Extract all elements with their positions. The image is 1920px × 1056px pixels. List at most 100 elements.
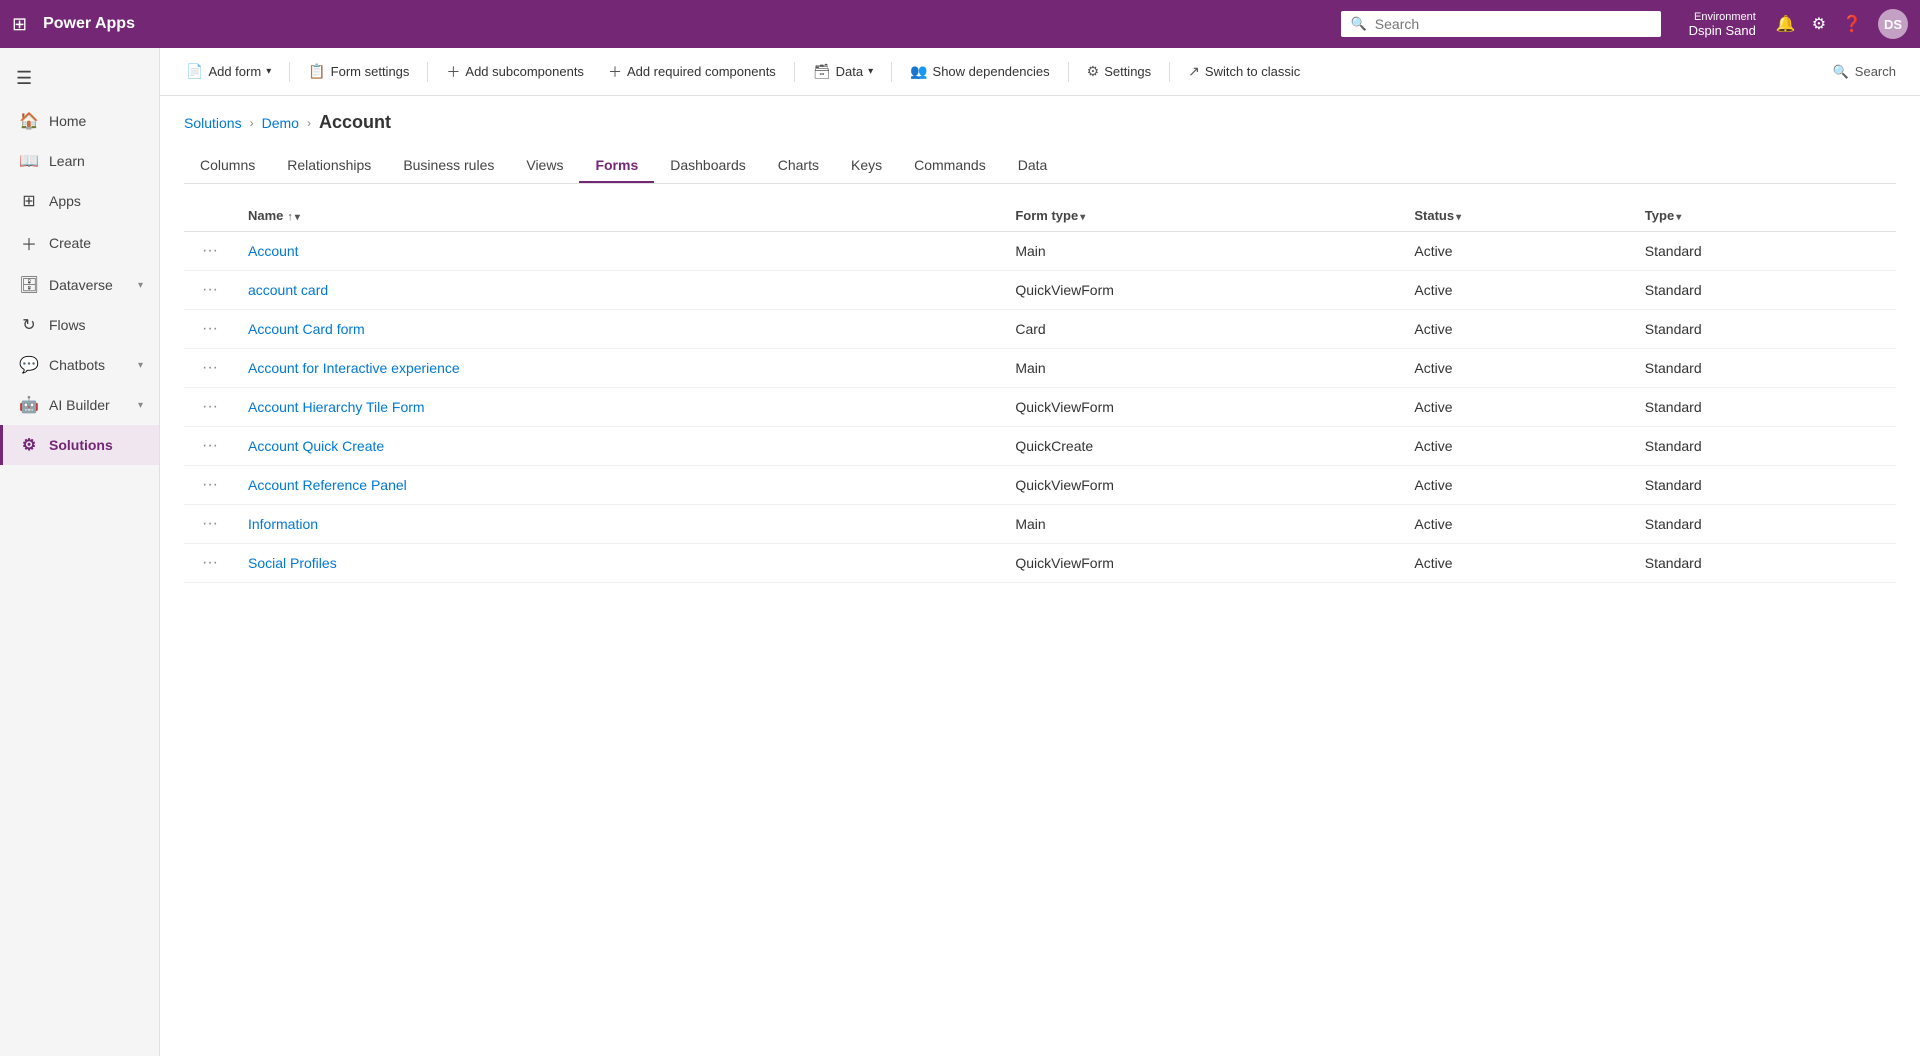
row-actions-cell: ··· <box>184 466 236 505</box>
sidebar-item-ai-builder[interactable]: 🤖 AI Builder ▾ <box>0 385 159 425</box>
row-actions-button[interactable]: ··· <box>196 435 224 457</box>
sidebar-item-home[interactable]: 🏠 Home <box>0 101 159 141</box>
dependencies-icon: 👥 <box>910 63 927 80</box>
add-subcomponents-icon: ＋ <box>446 62 460 82</box>
row-actions-button[interactable]: ··· <box>196 396 224 418</box>
tab-columns[interactable]: Columns <box>184 149 271 183</box>
environment-label: Environment <box>1694 11 1756 23</box>
row-name-cell: Account <box>236 232 1003 271</box>
form-settings-label: Form settings <box>331 64 410 79</box>
brand-label: Power Apps <box>43 15 135 33</box>
sidebar-item-apps[interactable]: ⊞ Apps <box>0 181 159 221</box>
avatar[interactable]: DS <box>1878 9 1908 39</box>
row-name-link[interactable]: Account <box>248 243 299 259</box>
row-name-cell: Account for Interactive experience <box>236 349 1003 388</box>
help-icon[interactable]: ❓ <box>1842 14 1862 34</box>
row-actions-button[interactable]: ··· <box>196 240 224 262</box>
settings-icon[interactable]: ⚙ <box>1812 14 1826 34</box>
switch-classic-button[interactable]: ↗ Switch to classic <box>1178 58 1310 85</box>
row-actions-cell: ··· <box>184 388 236 427</box>
row-name-link[interactable]: Account Reference Panel <box>248 477 407 493</box>
notifications-icon[interactable]: 🔔 <box>1776 14 1796 34</box>
home-icon: 🏠 <box>19 111 39 131</box>
data-button[interactable]: 🗃 Data ▾ <box>803 58 883 85</box>
settings-button[interactable]: ⚙ Settings <box>1077 58 1162 85</box>
table-row: ···account cardQuickViewFormActiveStanda… <box>184 271 1896 310</box>
breadcrumb-demo[interactable]: Demo <box>262 115 299 131</box>
toolbar: 📄 Add form ▾ 📋 Form settings ＋ Add subco… <box>160 48 1920 96</box>
global-search-input[interactable] <box>1375 16 1651 32</box>
row-status-cell: Active <box>1402 310 1632 349</box>
add-required-button[interactable]: ＋ Add required components <box>598 57 786 87</box>
add-form-button[interactable]: 📄 Add form ▾ <box>176 58 281 85</box>
row-actions-button[interactable]: ··· <box>196 474 224 496</box>
filter-icon: ▾ <box>1456 212 1461 223</box>
waffle-icon[interactable]: ⊞ <box>12 14 27 35</box>
add-subcomponents-button[interactable]: ＋ Add subcomponents <box>436 57 594 87</box>
row-formtype-cell: QuickCreate <box>1003 427 1402 466</box>
sidebar-item-dataverse[interactable]: 🗄 Dataverse ▾ <box>0 265 159 305</box>
breadcrumb-solutions[interactable]: Solutions <box>184 115 242 131</box>
col-type-header[interactable]: Type▾ <box>1633 200 1896 232</box>
add-required-label: Add required components <box>627 64 776 79</box>
tab-keys[interactable]: Keys <box>835 149 898 183</box>
filter-icon: ▾ <box>295 212 300 223</box>
toolbar-search-icon: 🔍 <box>1833 64 1849 80</box>
tab-relationships[interactable]: Relationships <box>271 149 387 183</box>
create-icon: ＋ <box>19 231 39 255</box>
tab-forms[interactable]: Forms <box>579 149 654 183</box>
row-type-cell: Standard <box>1633 388 1896 427</box>
table-row: ··· Account for Interactive experience Mai… <box>184 349 1896 388</box>
hamburger-icon[interactable]: ☰ <box>0 56 159 101</box>
row-actions-button[interactable]: ··· <box>196 279 224 301</box>
global-search-box[interactable]: 🔍 <box>1341 11 1661 37</box>
sidebar-item-solutions[interactable]: ⚙ Solutions <box>0 425 159 465</box>
sidebar-item-flows[interactable]: ↻ Flows <box>0 305 159 345</box>
row-name-link[interactable]: Account Quick Create <box>248 438 384 454</box>
search-icon: 🔍 <box>1351 16 1367 32</box>
row-formtype-cell: Main <box>1003 349 1402 388</box>
row-name-link[interactable]: Account Card form <box>248 321 365 337</box>
row-name-cell: Account Quick Create <box>236 427 1003 466</box>
tab-business-rules[interactable]: Business rules <box>387 149 510 183</box>
row-name-link[interactable]: Account for Interactive experience <box>248 360 460 376</box>
col-status-header[interactable]: Status▾ <box>1402 200 1632 232</box>
tabs: ColumnsRelationshipsBusiness rulesViewsF… <box>184 149 1896 184</box>
sidebar-item-learn[interactable]: 📖 Learn <box>0 141 159 181</box>
row-status-cell: Active <box>1402 349 1632 388</box>
row-actions-button[interactable]: ··· <box>196 552 224 574</box>
row-name-link[interactable]: Information <box>248 516 318 532</box>
separator-6 <box>1169 62 1170 82</box>
col-name-header[interactable]: Name↑▾ <box>236 200 1003 232</box>
row-type-cell: Standard <box>1633 466 1896 505</box>
form-settings-icon: 📋 <box>308 63 325 80</box>
row-formtype-cell: Main <box>1003 505 1402 544</box>
row-type-cell: Standard <box>1633 271 1896 310</box>
toolbar-search[interactable]: 🔍 Search <box>1825 59 1904 85</box>
col-formtype-header[interactable]: Form type▾ <box>1003 200 1402 232</box>
chevron-down-icon: ▾ <box>138 280 143 291</box>
tab-views[interactable]: Views <box>510 149 579 183</box>
row-name-link[interactable]: Social Profiles <box>248 555 337 571</box>
sidebar-item-create[interactable]: ＋ Create <box>0 221 159 265</box>
row-actions-cell: ··· <box>184 310 236 349</box>
row-actions-cell: ··· <box>184 427 236 466</box>
apps-icon: ⊞ <box>19 191 39 211</box>
row-actions-button[interactable]: ··· <box>196 318 224 340</box>
row-actions-button[interactable]: ··· <box>196 513 224 535</box>
separator-2 <box>427 62 428 82</box>
show-dependencies-button[interactable]: 👥 Show dependencies <box>900 58 1060 85</box>
col-actions-header <box>184 200 236 232</box>
form-settings-button[interactable]: 📋 Form settings <box>298 58 419 85</box>
row-name-link[interactable]: Account Hierarchy Tile Form <box>248 399 425 415</box>
row-actions-cell: ··· <box>184 349 236 388</box>
tab-dashboards[interactable]: Dashboards <box>654 149 762 183</box>
tab-data[interactable]: Data <box>1002 149 1064 183</box>
row-name-link[interactable]: account card <box>248 282 328 298</box>
tab-commands[interactable]: Commands <box>898 149 1002 183</box>
row-actions-button[interactable]: ··· <box>196 357 224 379</box>
environment-info: Environment Dspin Sand <box>1689 11 1756 38</box>
sidebar-item-chatbots[interactable]: 💬 Chatbots ▾ <box>0 345 159 385</box>
separator-4 <box>891 62 892 82</box>
tab-charts[interactable]: Charts <box>762 149 835 183</box>
